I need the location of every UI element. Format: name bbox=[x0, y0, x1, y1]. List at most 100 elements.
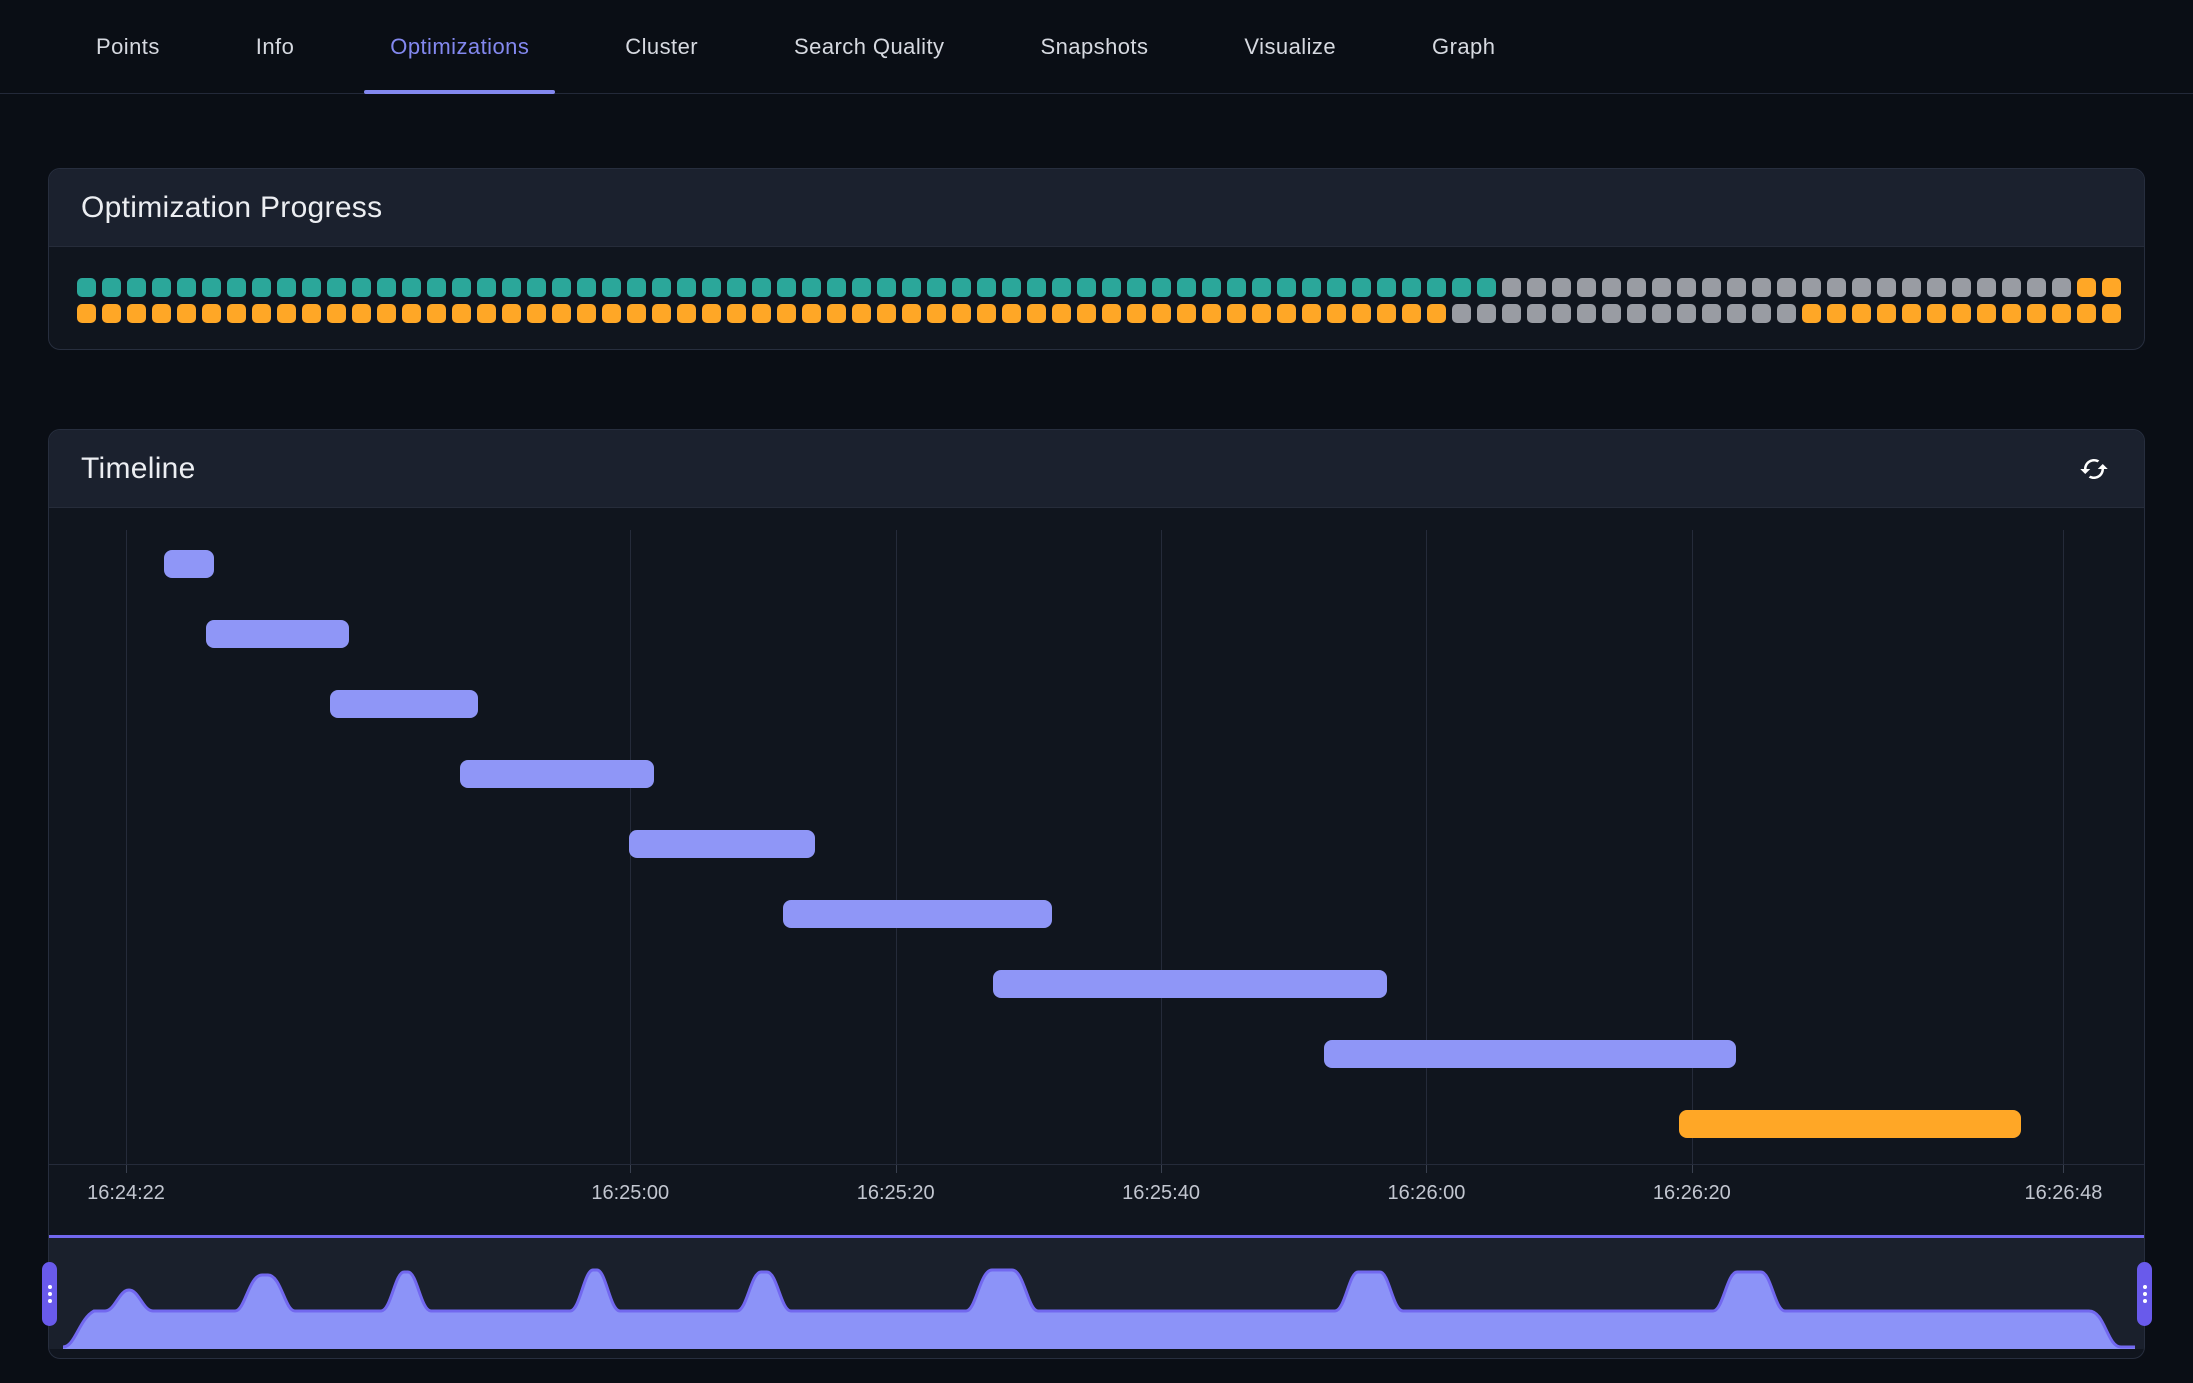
progress-cell-gray bbox=[1602, 304, 1621, 323]
progress-cell-orange bbox=[177, 304, 196, 323]
progress-cell-gray bbox=[1777, 278, 1796, 297]
progress-cell-orange bbox=[1402, 304, 1421, 323]
axis-tick bbox=[1426, 1165, 1427, 1173]
progress-cell-orange bbox=[1227, 304, 1246, 323]
progress-cell-gray bbox=[1727, 304, 1746, 323]
progress-cell-gray bbox=[2052, 278, 2071, 297]
gantt-bar-4[interactable] bbox=[460, 760, 654, 788]
progress-cell-teal bbox=[1227, 278, 1246, 297]
gantt-bar-7[interactable] bbox=[993, 970, 1387, 998]
optimization-progress-card: Optimization Progress bbox=[48, 168, 2145, 350]
progress-cell-orange bbox=[2077, 304, 2096, 323]
progress-cell-gray bbox=[1802, 278, 1821, 297]
progress-cell-teal bbox=[1377, 278, 1396, 297]
progress-cell-teal bbox=[302, 278, 321, 297]
progress-cell-orange bbox=[2077, 278, 2096, 297]
axis-tick bbox=[896, 1165, 897, 1173]
gantt-bar-3[interactable] bbox=[330, 690, 477, 718]
progress-cell-gray bbox=[1602, 278, 1621, 297]
tab-points[interactable]: Points bbox=[70, 0, 186, 93]
progress-cell-orange bbox=[552, 304, 571, 323]
tab-optimizations[interactable]: Optimizations bbox=[364, 0, 555, 93]
progress-cell-orange bbox=[1302, 304, 1321, 323]
progress-cell-teal bbox=[1427, 278, 1446, 297]
tab-search-quality[interactable]: Search Quality bbox=[768, 0, 970, 93]
progress-cell-orange bbox=[1277, 304, 1296, 323]
progress-cell-orange bbox=[277, 304, 296, 323]
progress-cell-teal bbox=[277, 278, 296, 297]
progress-cell-orange bbox=[352, 304, 371, 323]
progress-cell-teal bbox=[1002, 278, 1021, 297]
progress-cell-orange bbox=[727, 304, 746, 323]
progress-cell-gray bbox=[2027, 278, 2046, 297]
brush-handle-left[interactable] bbox=[42, 1262, 57, 1326]
progress-cell-teal bbox=[1052, 278, 1071, 297]
gantt-bar-9[interactable] bbox=[1679, 1110, 2021, 1138]
gridline bbox=[896, 530, 897, 1164]
tab-snapshots[interactable]: Snapshots bbox=[1014, 0, 1174, 93]
tab-label: Search Quality bbox=[794, 34, 944, 60]
progress-cell-teal bbox=[252, 278, 271, 297]
gridline bbox=[1426, 530, 1427, 1164]
progress-cell-teal bbox=[1102, 278, 1121, 297]
progress-cell-orange bbox=[202, 304, 221, 323]
gantt-bar-5[interactable] bbox=[629, 830, 815, 858]
refresh-button[interactable] bbox=[2072, 447, 2116, 491]
progress-cell-orange bbox=[427, 304, 446, 323]
progress-cell-orange bbox=[1127, 304, 1146, 323]
progress-cell-teal bbox=[1252, 278, 1271, 297]
progress-cell-teal bbox=[1202, 278, 1221, 297]
progress-cell-teal bbox=[677, 278, 696, 297]
gantt-bar-1[interactable] bbox=[164, 550, 213, 578]
progress-cell-teal bbox=[1302, 278, 1321, 297]
progress-cell-teal bbox=[377, 278, 396, 297]
progress-cell-teal bbox=[752, 278, 771, 297]
tab-graph[interactable]: Graph bbox=[1406, 0, 1521, 93]
progress-cell-orange bbox=[1852, 304, 1871, 323]
progress-cell-orange bbox=[1202, 304, 1221, 323]
gantt-bar-6[interactable] bbox=[783, 900, 1052, 928]
gantt-bar-8[interactable] bbox=[1324, 1040, 1735, 1068]
progress-cell-orange bbox=[102, 304, 121, 323]
timeline-brush[interactable] bbox=[49, 1235, 2144, 1349]
progress-cell-teal bbox=[1402, 278, 1421, 297]
card-bottom-pad bbox=[49, 1349, 2144, 1358]
progress-cell-orange bbox=[127, 304, 146, 323]
tab-label: Points bbox=[96, 34, 160, 60]
progress-cell-orange bbox=[2102, 304, 2121, 323]
tab-cluster[interactable]: Cluster bbox=[599, 0, 724, 93]
progress-cell-teal bbox=[877, 278, 896, 297]
progress-cell-orange bbox=[2027, 304, 2046, 323]
progress-cell-teal bbox=[852, 278, 871, 297]
progress-cell-orange bbox=[152, 304, 171, 323]
progress-cell-orange bbox=[877, 304, 896, 323]
progress-cell-orange bbox=[1977, 304, 1996, 323]
gantt-bar-2[interactable] bbox=[206, 620, 349, 648]
tab-visualize[interactable]: Visualize bbox=[1218, 0, 1362, 93]
progress-cell-teal bbox=[577, 278, 596, 297]
progress-cell-gray bbox=[1502, 304, 1521, 323]
progress-cell-orange bbox=[1177, 304, 1196, 323]
progress-cell-teal bbox=[827, 278, 846, 297]
brush-handle-right[interactable] bbox=[2137, 1262, 2152, 1326]
progress-cell-gray bbox=[1627, 278, 1646, 297]
progress-cell-orange bbox=[677, 304, 696, 323]
axis-label: 16:26:48 bbox=[2024, 1182, 2102, 1205]
progress-cell-gray bbox=[1927, 278, 1946, 297]
progress-cell-orange bbox=[1802, 304, 1821, 323]
progress-cell-teal bbox=[177, 278, 196, 297]
progress-cell-orange bbox=[302, 304, 321, 323]
progress-cell-gray bbox=[1852, 278, 1871, 297]
progress-cell-orange bbox=[1102, 304, 1121, 323]
gridline bbox=[2063, 530, 2064, 1164]
axis-tick bbox=[2063, 1165, 2064, 1173]
progress-cell-orange bbox=[852, 304, 871, 323]
tab-bar: Points Info Optimizations Cluster Search Qua… bbox=[0, 0, 2193, 94]
progress-cell-gray bbox=[1502, 278, 1521, 297]
progress-cell-gray bbox=[1552, 278, 1571, 297]
timeline-header: Timeline bbox=[49, 430, 2144, 508]
gridline bbox=[1692, 530, 1693, 1164]
axis-label: 16:26:20 bbox=[1653, 1182, 1731, 1205]
tab-info[interactable]: Info bbox=[230, 0, 320, 93]
axis-label: 16:26:00 bbox=[1388, 1182, 1466, 1205]
